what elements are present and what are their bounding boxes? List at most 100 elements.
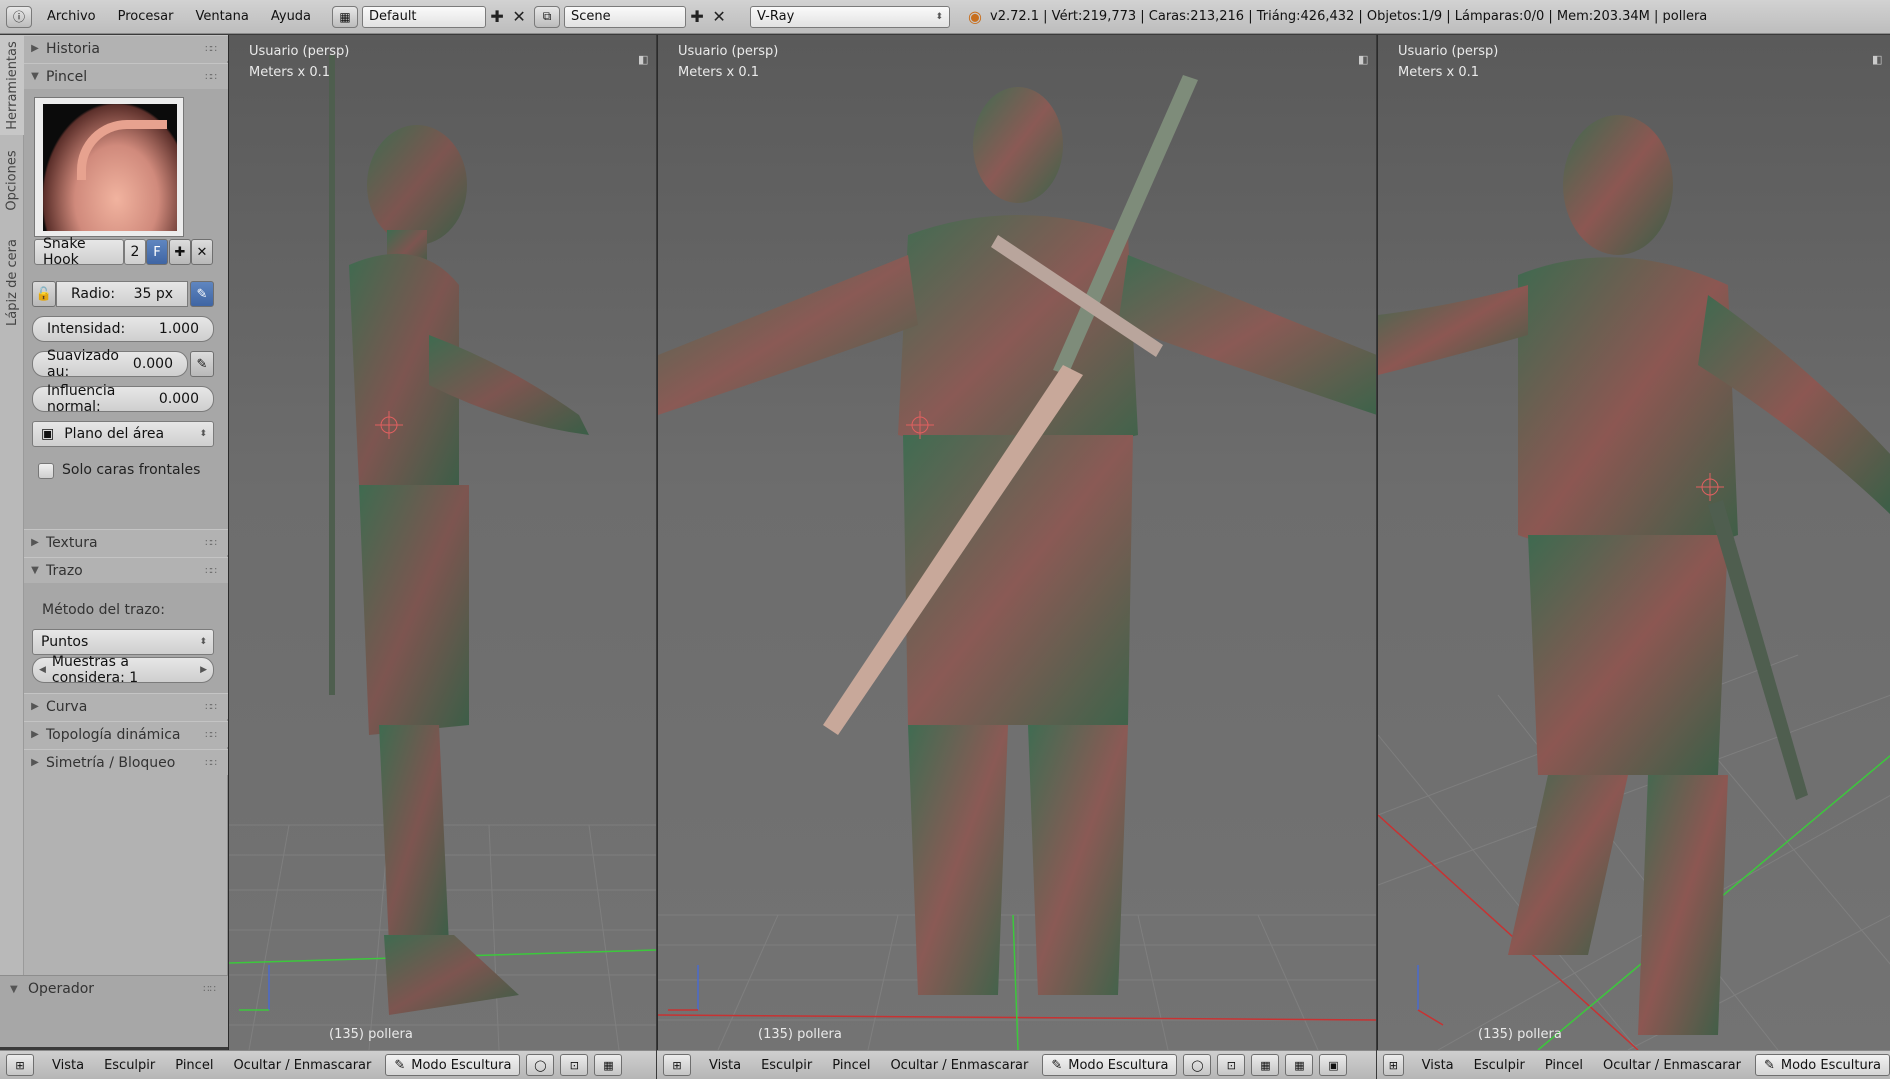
drag-grip-icon[interactable]: ∷∷ [205, 702, 217, 713]
menu-ocultar-enmascarar[interactable]: Ocultar / Enmascarar [880, 1058, 1038, 1073]
brush-name-field[interactable]: Snake Hook [34, 236, 124, 268]
editor-type-icon[interactable]: ⊞ [6, 1054, 34, 1076]
render-preview-icon[interactable]: ▣ [1319, 1054, 1348, 1076]
drag-grip-icon[interactable]: ∷∷ [203, 984, 216, 995]
axis-y-line [1012, 914, 1019, 1050]
remove-brush-icon[interactable]: ✕ [191, 239, 213, 265]
lock-radius-icon[interactable]: 🔓 [32, 281, 56, 307]
split-corner-icon[interactable]: ◧ [638, 53, 652, 67]
tool-shelf: ▶ Historia ∷∷ ▼ Pincel ∷∷ Snake Hook 2 F… [24, 35, 228, 1047]
viewport-perspective[interactable]: Usuario (persp) Meters x 0.1 ◧ (135) pol… [1377, 35, 1890, 1050]
axis-gizmo-icon [668, 965, 699, 1011]
add-scene-icon[interactable]: ✚ [686, 6, 708, 28]
remove-scene-icon[interactable]: ✕ [708, 6, 730, 28]
object-name: (135) pollera [1478, 1027, 1562, 1042]
render-engine-select[interactable]: V-Ray ⬍ [750, 5, 951, 28]
viewport-header-2: ⊞ Vista Esculpir Pincel Ocultar / Enmasc… [657, 1050, 1376, 1079]
screen-layout-icon[interactable]: ▦ [332, 5, 359, 28]
drag-grip-icon[interactable]: ∷∷ [205, 538, 217, 549]
stroke-method-select[interactable]: Puntos ⬍ [32, 629, 214, 655]
shading-icon[interactable]: ◯ [526, 1054, 555, 1076]
brush-thumbnail-image [43, 104, 177, 231]
drag-grip-icon[interactable]: ∷∷ [205, 44, 217, 55]
shading-icon[interactable]: ◯ [1183, 1054, 1212, 1076]
panel-textura[interactable]: ▶ Textura ∷∷ [24, 529, 228, 555]
split-corner-icon[interactable]: ◧ [1872, 53, 1886, 67]
fake-user-button[interactable]: F [146, 239, 168, 265]
arrow-right-icon[interactable]: ▶ [200, 665, 213, 675]
tab-lapiz-de-cera[interactable]: Lápiz de cera [0, 227, 24, 337]
menu-vista[interactable]: Vista [699, 1058, 751, 1073]
mode-select[interactable]: ✎ Modo Escultura [385, 1054, 521, 1076]
autosmooth-slider[interactable]: Suavizado au: 0.000 [32, 348, 188, 380]
menu-pincel[interactable]: Pincel [1535, 1058, 1593, 1073]
panel-topologia-dinamica[interactable]: ▶ Topología dinámica ∷∷ [24, 721, 228, 747]
menu-archivo[interactable]: Archivo [36, 9, 107, 24]
triangle-down-icon: ▼ [31, 71, 39, 82]
brush-users-count[interactable]: 2 [124, 239, 146, 265]
menu-esculpir[interactable]: Esculpir [1464, 1058, 1535, 1073]
remove-layout-icon[interactable]: ✕ [508, 6, 530, 28]
editor-type-icon[interactable]: ⊞ [663, 1054, 691, 1076]
drag-grip-icon[interactable]: ∷∷ [205, 72, 217, 83]
pressure-radius-icon[interactable]: ✎ [190, 281, 214, 307]
menu-vista[interactable]: Vista [42, 1058, 94, 1073]
arrow-left-icon[interactable]: ◀ [33, 665, 46, 675]
triangle-down-icon: ▼ [10, 983, 18, 995]
radius-slider[interactable]: Radio: 35 px [56, 281, 188, 307]
viewport-side[interactable]: Usuario (persp) Meters x 0.1 ◧ (135) pol… [228, 35, 656, 1050]
menu-ventana[interactable]: Ventana [184, 9, 259, 24]
drag-grip-icon[interactable]: ∷∷ [205, 730, 217, 741]
drag-grip-icon[interactable]: ∷∷ [205, 758, 217, 769]
brush-preview[interactable] [34, 97, 184, 237]
mode-select[interactable]: ✎ Modo Escultura [1042, 1054, 1178, 1076]
viewport-scene [658, 75, 1376, 1050]
layers-icon[interactable]: ▦ [1251, 1054, 1280, 1076]
top-header: ⓘ Archivo Procesar Ventana Ayuda ▦ Defau… [0, 0, 1890, 34]
updown-arrows-icon: ⬍ [935, 11, 944, 22]
triangle-right-icon: ▶ [31, 701, 39, 712]
menu-procesar[interactable]: Procesar [107, 9, 185, 24]
menu-esculpir[interactable]: Esculpir [94, 1058, 165, 1073]
layers-icon[interactable]: ▦ [1285, 1054, 1314, 1076]
staff [329, 55, 335, 695]
panel-trazo[interactable]: ▼ Trazo ∷∷ [24, 557, 228, 583]
panel-simetria-bloqueo[interactable]: ▶ Simetría / Bloqueo ∷∷ [24, 749, 228, 775]
drag-grip-icon[interactable]: ∷∷ [205, 566, 217, 577]
mode-select[interactable]: ✎ Modo Escultura [1754, 1054, 1890, 1076]
menu-ocultar-enmascarar[interactable]: Ocultar / Enmascarar [1593, 1058, 1751, 1073]
info-editor-icon[interactable]: ⓘ [6, 5, 32, 28]
add-brush-icon[interactable]: ✚ [169, 239, 191, 265]
editor-type-icon[interactable]: ⊞ [1383, 1054, 1404, 1076]
menu-ocultar-enmascarar[interactable]: Ocultar / Enmascarar [223, 1058, 381, 1073]
intensity-slider[interactable]: Intensidad: 1.000 [32, 316, 214, 342]
pivot-icon[interactable]: ⊡ [560, 1054, 589, 1076]
scene-icon[interactable]: ⧉ [534, 5, 561, 28]
viewport-back[interactable]: Usuario (persp) Meters x 0.1 ◧ (135) pol… [657, 35, 1376, 1050]
tab-herramientas[interactable]: Herramientas [0, 35, 24, 135]
panel-operador[interactable]: ▼ Operador [0, 976, 228, 1002]
layout-selector[interactable]: Default [362, 5, 487, 28]
normal-weight-slider[interactable]: Influencia normal: 0.000 [32, 383, 214, 415]
pressure-smooth-icon[interactable]: ✎ [190, 351, 214, 377]
sculpt-plane-select[interactable]: ▣ Plano del área ⬍ [32, 421, 214, 447]
tab-opciones[interactable]: Opciones [0, 135, 24, 225]
character-mesh [658, 87, 1376, 995]
menu-pincel[interactable]: Pincel [822, 1058, 880, 1073]
scene-selector[interactable]: Scene [564, 5, 687, 28]
pivot-icon[interactable]: ⊡ [1217, 1054, 1246, 1076]
menu-vista[interactable]: Vista [1412, 1058, 1464, 1073]
viewport-scene [1378, 115, 1890, 1050]
menu-esculpir[interactable]: Esculpir [751, 1058, 822, 1073]
updown-arrows-icon: ⬍ [199, 429, 207, 439]
split-corner-icon[interactable]: ◧ [1358, 53, 1372, 67]
layers-icon[interactable]: ▦ [594, 1054, 623, 1076]
panel-pincel[interactable]: ▼ Pincel ∷∷ [24, 63, 228, 89]
panel-historia[interactable]: ▶ Historia ∷∷ [24, 35, 228, 61]
menu-ayuda[interactable]: Ayuda [260, 9, 322, 24]
panel-curva[interactable]: ▶ Curva ∷∷ [24, 693, 228, 719]
menu-pincel[interactable]: Pincel [165, 1058, 223, 1073]
samples-stepper[interactable]: ◀ Muestras a considera: 1 ▶ [32, 654, 214, 686]
add-layout-icon[interactable]: ✚ [486, 6, 508, 28]
front-faces-checkbox[interactable] [38, 463, 54, 479]
